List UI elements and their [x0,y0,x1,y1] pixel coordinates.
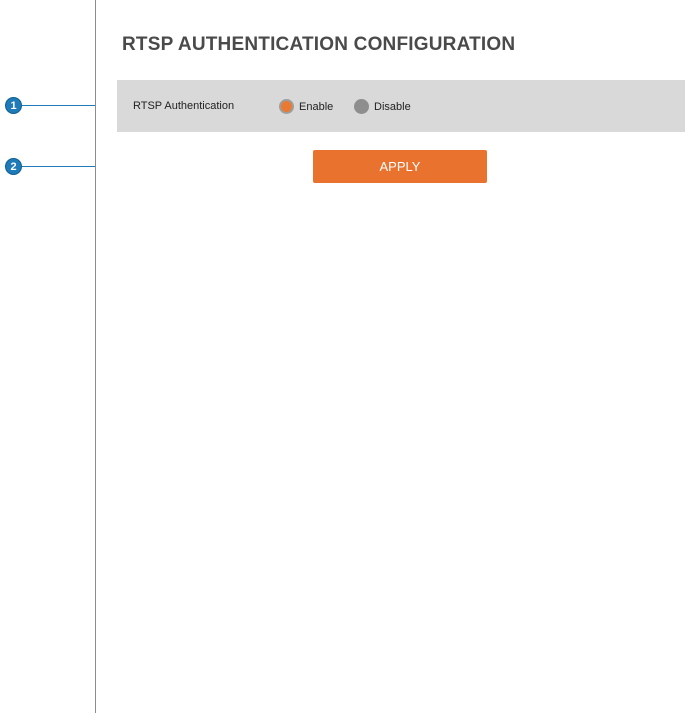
enable-radio-label: Enable [299,100,334,113]
rtsp-authentication-row: RTSP Authentication Enable Disable [117,80,685,132]
radio-unselected-icon[interactable] [354,99,369,114]
disable-radio[interactable]: Disable [354,99,411,114]
rtsp-authentication-label: RTSP Authentication [133,100,235,112]
callout-number: 1 [10,99,17,112]
apply-button[interactable]: APPLY [313,150,487,183]
callout-number: 2 [10,160,17,173]
callout-badge-1: 1 [5,97,22,114]
radio-selected-icon[interactable] [279,99,294,114]
callout-badge-2: 2 [5,158,22,175]
page-title: RTSP AUTHENTICATION CONFIGURATION [122,34,516,55]
enable-radio[interactable]: Enable [279,99,333,114]
content-panel: RTSP AUTHENTICATION CONFIGURATION RTSP A… [95,0,694,713]
disable-radio-label: Disable [374,100,411,113]
